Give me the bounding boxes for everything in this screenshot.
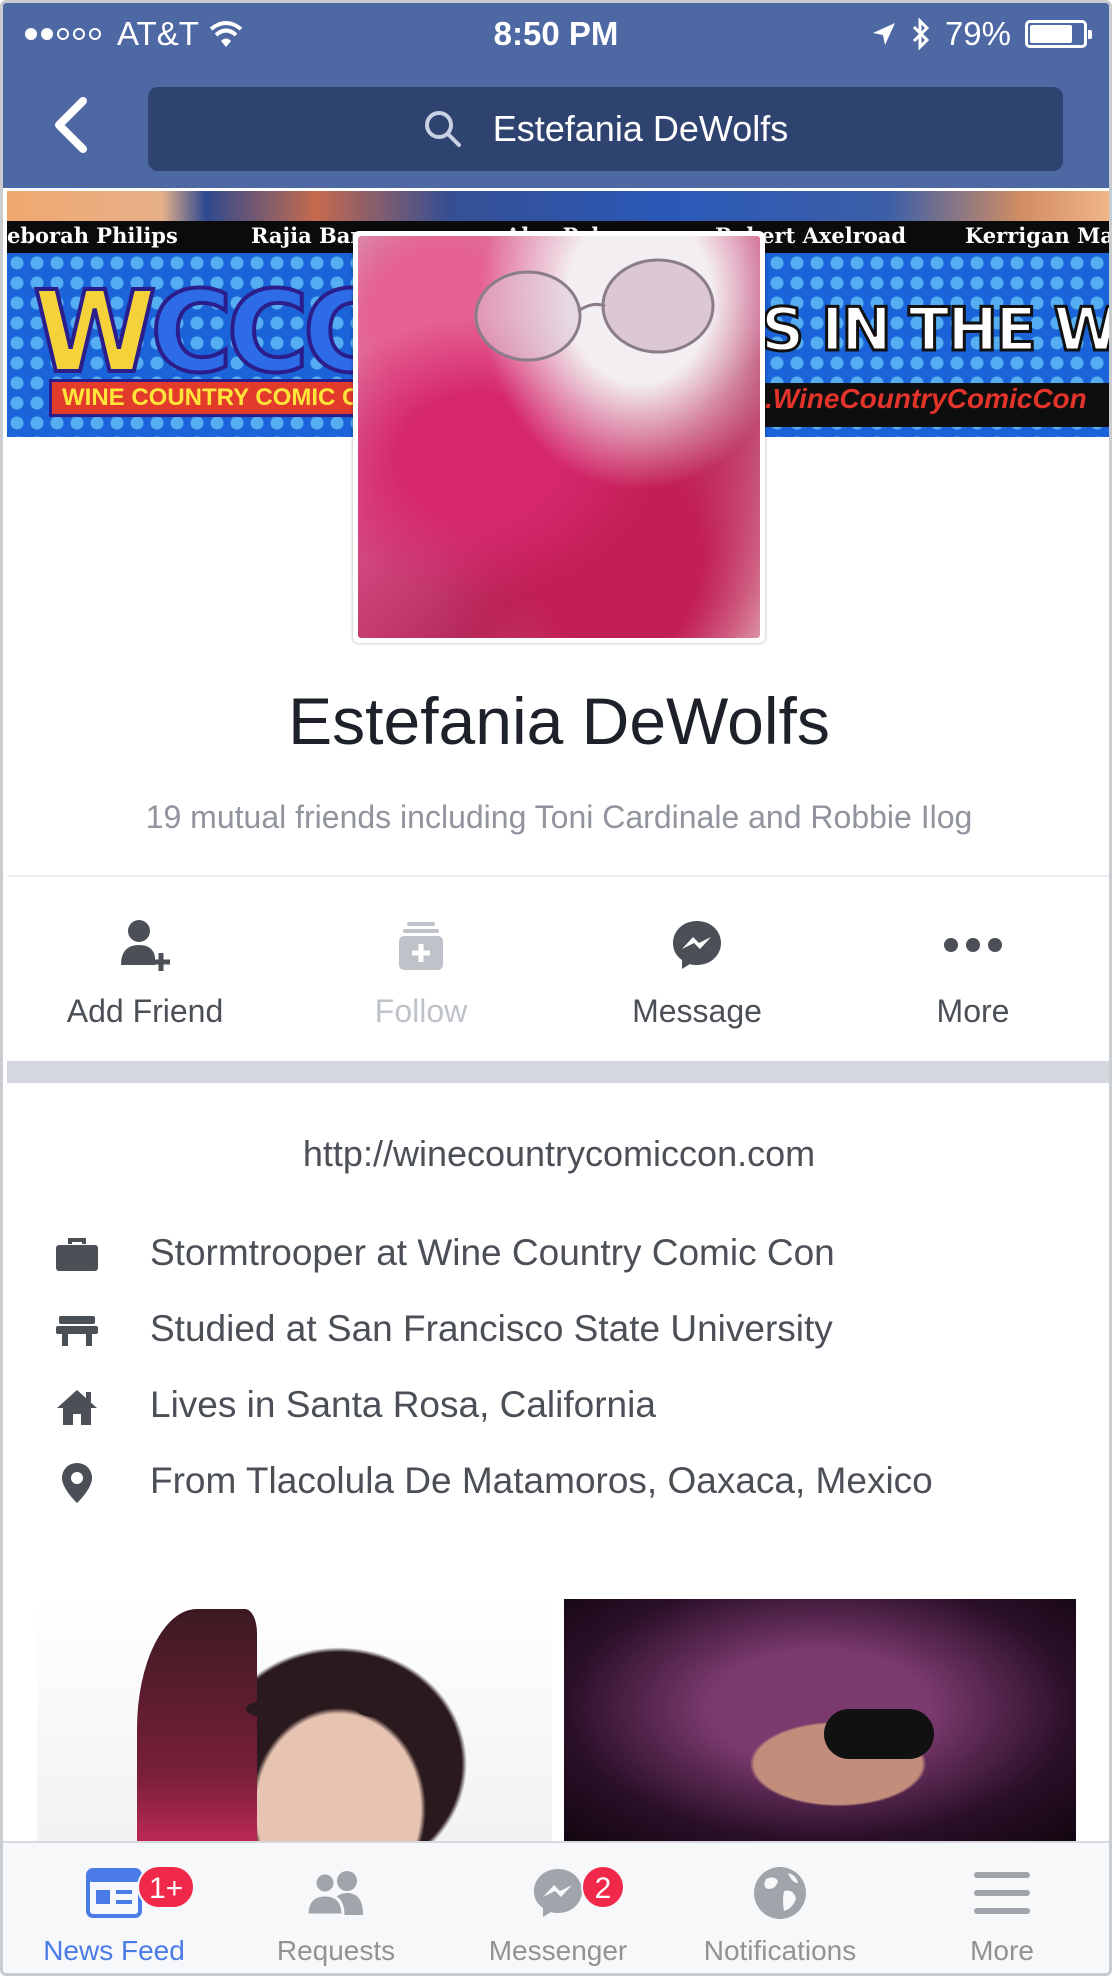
tab-notifications[interactable]: Notifications xyxy=(669,1843,891,1973)
search-input[interactable]: Estefania DeWolfs xyxy=(148,87,1063,171)
globe-icon xyxy=(754,1867,806,1919)
divider xyxy=(7,875,1109,877)
photo-thumbnail[interactable] xyxy=(564,1599,1076,1841)
news-feed-icon xyxy=(86,1868,142,1918)
info-text: Studied at San Francisco State Universit… xyxy=(150,1308,833,1349)
search-query: Estefania DeWolfs xyxy=(492,108,789,149)
info-text: Stormtrooper at Wine Country Comic Con xyxy=(150,1232,835,1273)
menu-icon xyxy=(974,1872,1030,1914)
action-label: Follow xyxy=(374,993,468,1029)
photo-eyes xyxy=(246,1700,408,1718)
tab-label: Requests xyxy=(276,1935,396,1966)
top-bar: AT&T 8:50 PM 79% Estefania DeWolfs xyxy=(3,3,1109,188)
status-right: 79% xyxy=(871,15,1092,53)
follow-button[interactable]: Follow xyxy=(283,883,559,1061)
wccc-logo: WCCC WINE COUNTRY COMIC CON xyxy=(21,275,409,417)
bluetooth-icon xyxy=(912,18,930,50)
school-icon xyxy=(56,1316,98,1346)
tab-messenger[interactable]: 2 Messenger xyxy=(447,1843,669,1973)
battery-percent: 79% xyxy=(944,15,1011,52)
action-label: Add Friend xyxy=(66,993,224,1029)
profile-name: Estefania DeWolfs xyxy=(288,684,830,758)
profile-actions: Add Friend Follow Message More xyxy=(7,883,1109,1061)
more-dots-icon xyxy=(944,938,1002,952)
messenger-icon xyxy=(534,1869,582,1917)
location-pin-icon xyxy=(62,1463,92,1503)
info-text: From Tlacolula De Matamoros, Oaxaca, Mex… xyxy=(150,1460,933,1501)
notification-badge: 1+ xyxy=(137,1865,196,1909)
location-arrow-icon xyxy=(872,23,895,45)
mutual-friends[interactable]: 19 mutual friends including Toni Cardina… xyxy=(3,799,1109,836)
tab-news-feed[interactable]: 1+ News Feed xyxy=(3,1843,225,1973)
photo-detail xyxy=(824,1709,934,1759)
photo-hair xyxy=(137,1609,257,1841)
action-label: More xyxy=(936,993,1010,1029)
banner-headline: S IN THE WINE xyxy=(759,294,1109,367)
status-bar: AT&T 8:50 PM 79% xyxy=(3,3,1109,65)
logo-letters: WCCC xyxy=(31,268,387,398)
search-icon xyxy=(424,111,461,147)
tab-label: Messenger xyxy=(488,1935,628,1966)
profile-picture[interactable] xyxy=(353,231,765,643)
cover-guest-name: Kerrigan Mal xyxy=(965,223,1111,248)
battery-icon xyxy=(1025,20,1092,48)
notification-badge: 2 xyxy=(581,1865,625,1909)
message-button[interactable]: Message xyxy=(559,883,835,1061)
back-arrow-icon[interactable] xyxy=(47,95,93,155)
cover-guest-name: eborah Philips xyxy=(7,223,178,248)
photo-thumbnail[interactable] xyxy=(37,1599,552,1841)
website-link[interactable]: http://winecountrycomiccon.com xyxy=(3,1133,1109,1175)
tab-label: News Feed xyxy=(43,1935,185,1966)
add-friend-button[interactable]: Add Friend xyxy=(7,883,283,1061)
briefcase-icon xyxy=(56,1238,98,1271)
tab-label: Notifications xyxy=(703,1935,857,1966)
cover-banner-text: S IN THE WINE .WineCountryComicCon xyxy=(757,255,1109,435)
action-label: Message xyxy=(632,993,762,1029)
messenger-icon xyxy=(673,921,721,969)
profile-photo xyxy=(358,236,760,638)
tab-requests[interactable]: Requests xyxy=(225,1843,447,1973)
banner-url: .WineCountryComicCon xyxy=(757,383,1109,427)
follow-icon xyxy=(399,922,443,970)
bottom-tab-bar: 1+ News Feed Requests 2 Messenger Notifi… xyxy=(3,1841,1109,1973)
cover-guest-name: Rajia Bar xyxy=(251,223,362,248)
tab-more[interactable]: More xyxy=(891,1843,1109,1973)
add-friend-icon xyxy=(121,920,170,971)
more-button[interactable]: More xyxy=(835,883,1109,1061)
phone-screen: AT&T 8:50 PM 79% Estefania DeWolfs ebora… xyxy=(0,0,1112,1976)
requests-icon xyxy=(305,1871,363,1917)
section-divider xyxy=(7,1061,1109,1083)
info-text: Lives in Santa Rosa, California xyxy=(150,1384,656,1425)
sunglasses-shape xyxy=(474,258,715,362)
tab-label: More xyxy=(970,1935,1034,1966)
home-icon xyxy=(57,1390,97,1425)
